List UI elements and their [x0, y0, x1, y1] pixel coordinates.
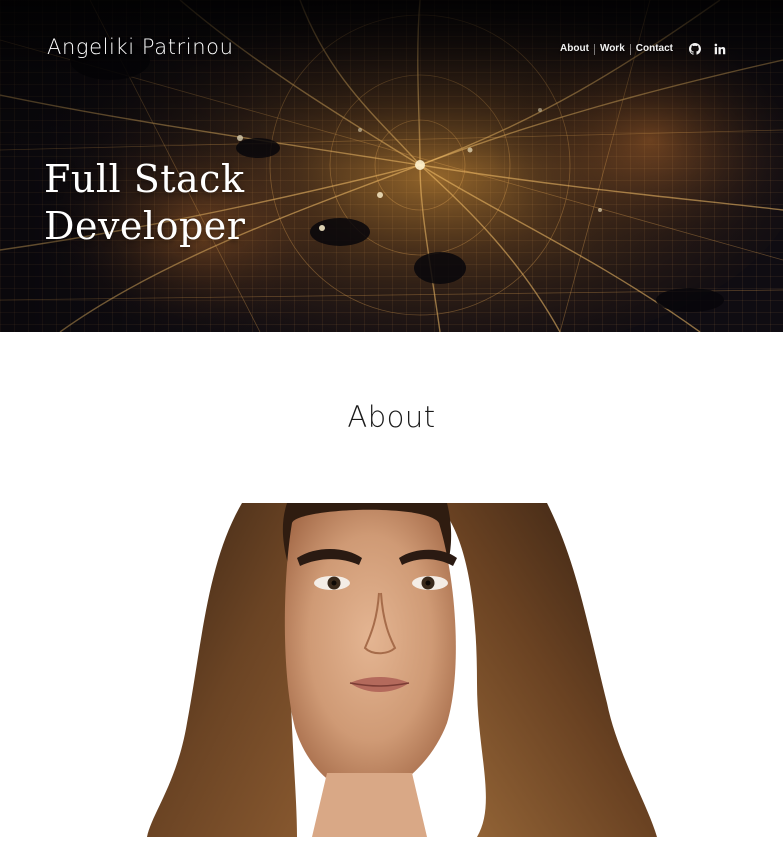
github-icon[interactable] — [687, 42, 703, 56]
hero-headline: Full Stack Developer — [44, 156, 245, 250]
hero-section: Angeliki Patrinou About Work Contact Ful… — [0, 0, 783, 332]
nav-link-contact[interactable]: Contact — [631, 42, 678, 56]
site-brand[interactable]: Angeliki Patrinou — [47, 35, 234, 59]
linkedin-icon[interactable] — [712, 42, 728, 56]
about-section: About — [0, 332, 783, 856]
hero-headline-line-1: Full Stack — [44, 157, 245, 201]
nav-link-work[interactable]: Work — [595, 42, 630, 56]
portrait-image — [147, 503, 657, 837]
hero-headline-line-2: Developer — [44, 204, 246, 248]
about-title: About — [347, 400, 436, 434]
nav-link-about[interactable]: About — [555, 42, 594, 56]
main-nav: About Work Contact — [555, 42, 728, 56]
